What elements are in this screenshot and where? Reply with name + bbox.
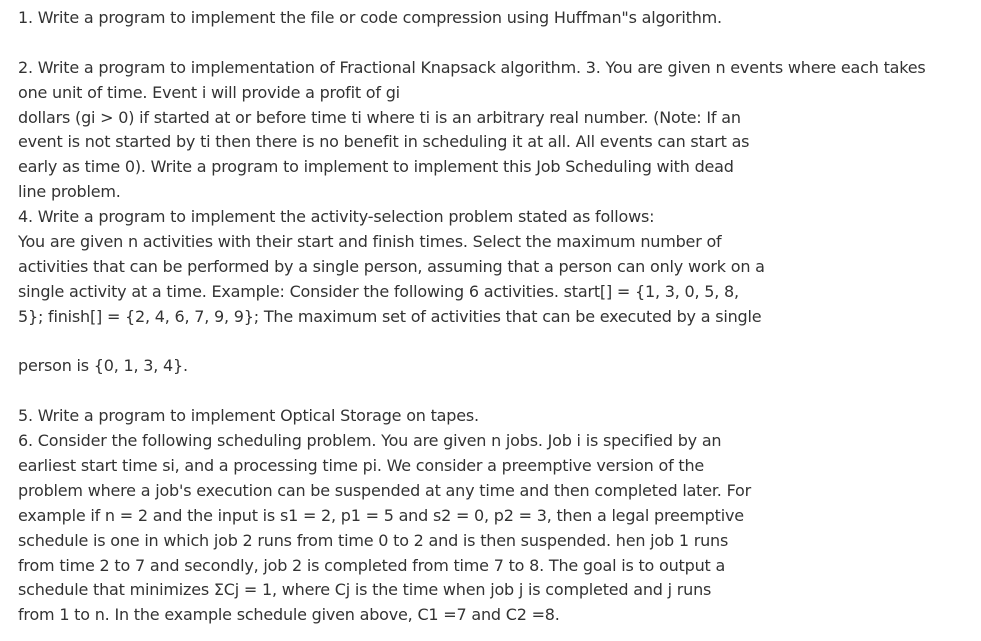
text-line: from time 2 to 7 and secondly, job 2 is … bbox=[18, 555, 726, 575]
text-line: earliest start time si, and a processing… bbox=[18, 456, 705, 476]
document-body: 1. Write a program to implement the file… bbox=[18, 6, 968, 628]
text-line: 1. Write a program to implement the file… bbox=[18, 8, 722, 27]
text-line: schedule is one in which job 2 runs from… bbox=[18, 530, 729, 550]
text-line: one unit of time. Event i will provide a… bbox=[18, 82, 400, 102]
text-line: from 1 to n. In the example schedule giv… bbox=[18, 605, 560, 625]
text-line: event is not started by ti then there is… bbox=[18, 132, 750, 152]
text-line: activities that can be performed by a si… bbox=[18, 256, 765, 276]
text-line: 5}; finish[] = {2, 4, 6, 7, 9, 9}; The m… bbox=[18, 306, 762, 326]
text-line: problem where a job's execution can be s… bbox=[18, 480, 751, 500]
text-line: line problem. bbox=[18, 182, 121, 202]
text-line: dollars (gi > 0) if started at or before… bbox=[18, 107, 741, 127]
text-line: You are given n activities with their st… bbox=[18, 232, 722, 252]
text-line: early as time 0). Write a program to imp… bbox=[18, 157, 734, 177]
text-line: 2. Write a program to implementation of … bbox=[18, 57, 926, 77]
text-line: 6. Consider the following scheduling pro… bbox=[18, 431, 722, 451]
text-line: schedule that minimizes ΣCj = 1, where C… bbox=[18, 580, 712, 600]
text-line: example if n = 2 and the input is s1 = 2… bbox=[18, 505, 744, 525]
text-line: person is {0, 1, 3, 4}. bbox=[18, 356, 188, 376]
text-line: 4. Write a program to implement the acti… bbox=[18, 207, 655, 227]
text-line: single activity at a time. Example: Cons… bbox=[18, 281, 739, 301]
text-line: 5. Write a program to implement Optical … bbox=[18, 406, 479, 426]
